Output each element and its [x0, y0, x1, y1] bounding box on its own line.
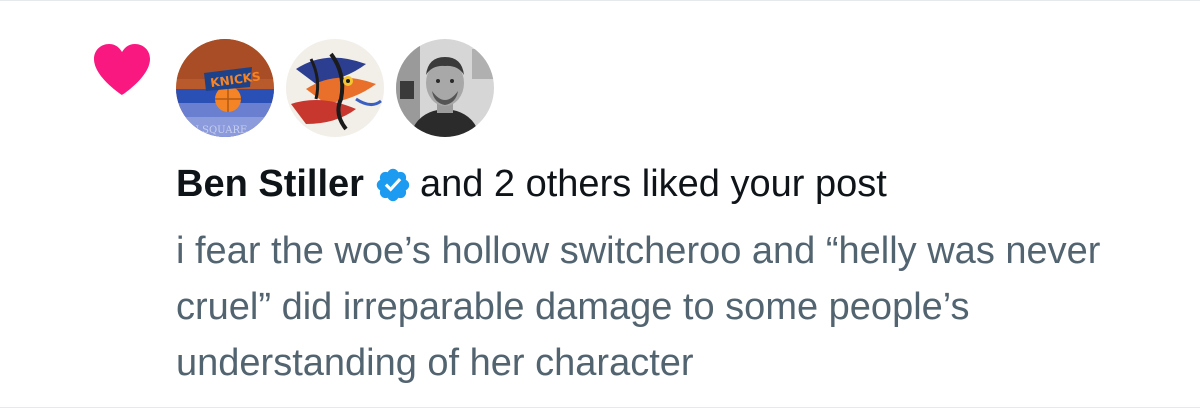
like-notification[interactable]: ON SQUARE KNICKS Ben Stiller and 2 other…: [0, 0, 1200, 408]
knicks-avatar[interactable]: ON SQUARE KNICKS: [176, 39, 274, 137]
post-preview-text[interactable]: i fear the woe’s hollow switcheroo and “…: [176, 223, 1176, 391]
verified-badge-icon: [374, 166, 412, 204]
svg-text:ON SQUARE: ON SQUARE: [182, 125, 247, 136]
ben-stiller-avatar[interactable]: [396, 39, 494, 137]
notification-headline: Ben Stiller and 2 others liked your post: [176, 161, 887, 207]
like-action-text: and 2 others liked your post: [419, 163, 887, 205]
tiger-art-avatar[interactable]: [286, 39, 384, 137]
heart-icon: [92, 43, 152, 97]
user-name-link[interactable]: Ben Stiller: [176, 161, 364, 207]
